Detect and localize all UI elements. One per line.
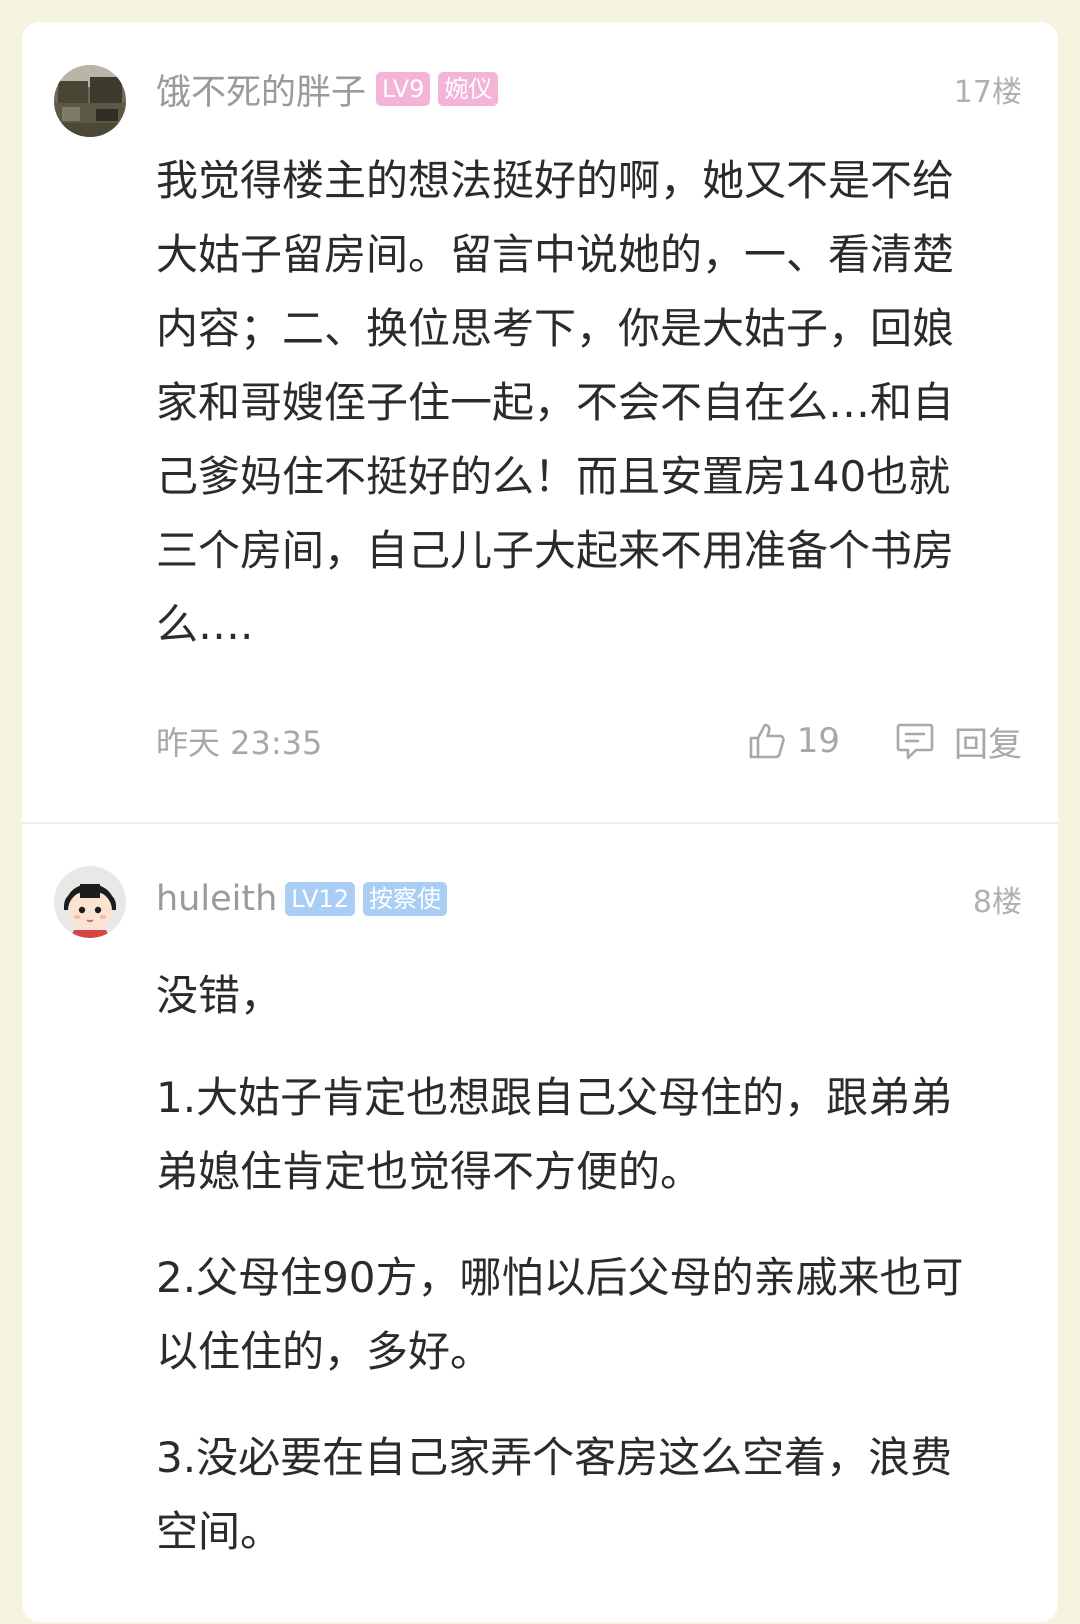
like-count: 19: [796, 721, 840, 761]
comment-item: 饿不死的胖子 LV9 婉仪 17楼 我觉得楼主的想法挺好的啊，她又不是不给大姑子…: [22, 22, 1058, 822]
avatar[interactable]: [54, 866, 126, 938]
comment-header: 饿不死的胖子 LV9 婉仪 17楼: [156, 67, 1022, 113]
comment-paragraph: 1.大姑子肯定也想跟自己父母住的，跟弟弟弟媳住肯定也觉得不方便的。: [156, 1073, 953, 1196]
comment-item: huleith LV12 按察使 8楼 没错， 1.大姑子肯定也想跟自己父母住的…: [22, 824, 1058, 1624]
comment-paragraph: 没错，: [156, 971, 283, 1020]
like-button[interactable]: 19: [747, 721, 840, 761]
reply-button[interactable]: 回复: [894, 717, 1022, 766]
comment-text: 我觉得楼主的想法挺好的啊，她又不是不给大姑子留房间。留言中说她的，一、看清楚内容…: [156, 144, 986, 662]
level-badge: LV9: [376, 72, 431, 106]
thumbs-up-icon: [749, 723, 785, 759]
timestamp: 昨天 23:35: [156, 724, 323, 762]
floor-number: 17楼: [953, 75, 1022, 110]
floor-number: 8楼: [972, 885, 1022, 920]
comment-paragraph: 3.没必要在自己家弄个客房这么空着，浪费空间。: [156, 1433, 953, 1556]
title-badge: 按察使: [362, 882, 447, 916]
comment-icon: [896, 723, 934, 760]
comment-header: huleith LV12 按察使 8楼: [156, 877, 1022, 921]
level-badge: LV12: [285, 882, 355, 916]
username[interactable]: huleith: [156, 879, 277, 919]
avatar[interactable]: [54, 65, 126, 137]
comment-footer: 昨天 23:35 19 回复: [156, 717, 1022, 765]
comment-text: 没错， 1.大姑子肯定也想跟自己父母住的，跟弟弟弟媳住肯定也觉得不方便的。 2.…: [156, 959, 986, 1601]
comment-list: 饿不死的胖子 LV9 婉仪 17楼 我觉得楼主的想法挺好的啊，她又不是不给大姑子…: [22, 22, 1058, 1622]
comment-paragraph: 我觉得楼主的想法挺好的啊，她又不是不给大姑子留房间。留言中说她的，一、看清楚内容…: [156, 156, 955, 649]
title-badge: 婉仪: [438, 72, 499, 106]
reply-label: 回复: [954, 724, 1022, 765]
comment-paragraph: 2.父母住90方，哪怕以后父母的亲戚来也可以住住的，多好。: [156, 1253, 964, 1376]
username[interactable]: 饿不死的胖子: [156, 64, 366, 115]
